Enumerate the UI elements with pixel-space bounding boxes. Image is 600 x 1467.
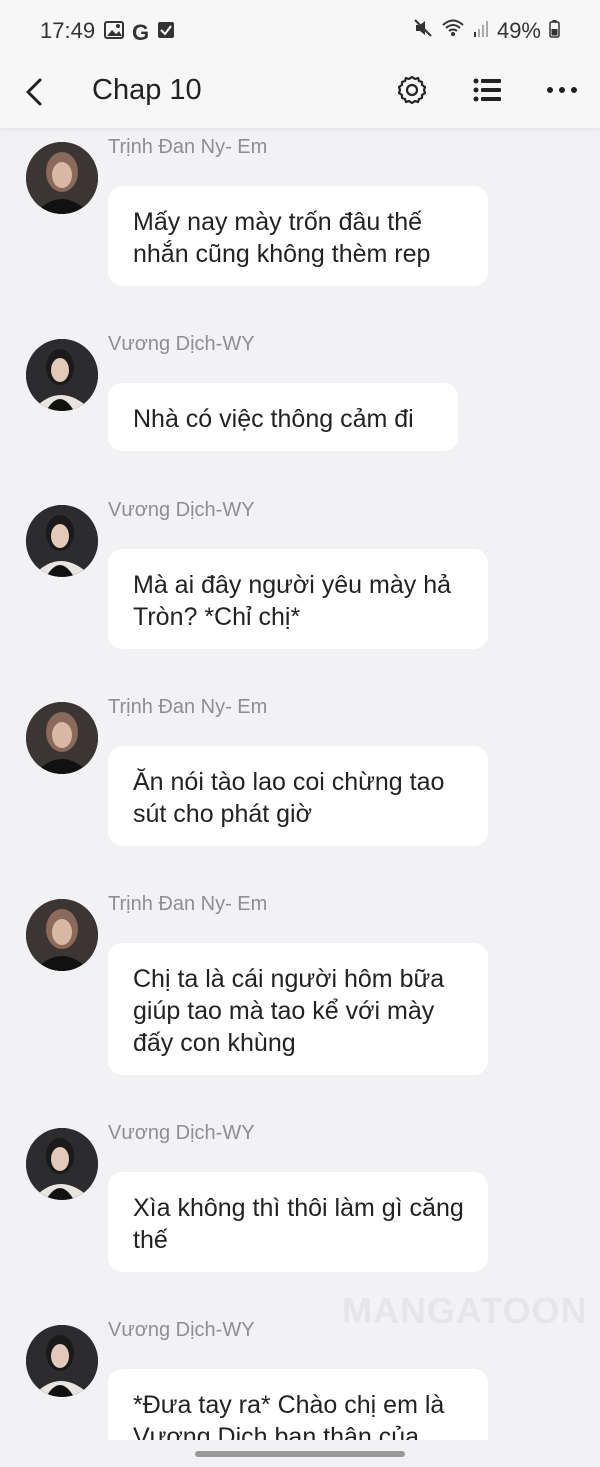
avatar[interactable] — [26, 702, 98, 774]
avatar[interactable] — [26, 899, 98, 971]
message-text: Mà ai đây người yêu mày hả Tròn? *Chỉ ch… — [133, 571, 452, 631]
more-icon[interactable] — [544, 72, 580, 108]
message-text: Mấy nay mày trốn đâu thế nhắn cũng không… — [133, 208, 431, 268]
page-title: Chap 10 — [92, 74, 202, 106]
sender-name: Trịnh Đan Ny- Em — [108, 136, 268, 158]
checkbox-icon — [157, 21, 175, 44]
google-icon: G — [132, 19, 150, 45]
message-bubble[interactable]: Mà ai đây người yêu mày hả Tròn? *Chỉ ch… — [108, 549, 488, 649]
sender-name: Vương Dịch-WY — [108, 1319, 255, 1341]
avatar[interactable] — [26, 142, 98, 214]
gallery-icon — [104, 21, 124, 44]
status-bar: 17:49 G 49% — [0, 0, 600, 62]
message-text: Nhà có việc thông cảm đi — [133, 405, 414, 433]
sender-name: Vương Dịch-WY — [108, 333, 255, 355]
status-left-icons: G — [104, 21, 175, 44]
message-text: Xìa không thì thôi làm gì căng thế — [133, 1194, 464, 1254]
message-bubble[interactable]: Xìa không thì thôi làm gì căng thế — [108, 1172, 488, 1272]
watermark: MANGATOON — [342, 1290, 588, 1331]
home-indicator[interactable] — [195, 1451, 405, 1457]
status-right-icons: 49% — [413, 18, 560, 44]
sender-name: Vương Dịch-WY — [108, 499, 255, 521]
signal-icon — [473, 18, 489, 44]
back-arrow-icon[interactable] — [14, 72, 54, 112]
list-icon[interactable] — [470, 72, 506, 108]
sender-name: Trịnh Đan Ny- Em — [108, 696, 268, 718]
avatar[interactable] — [26, 1325, 98, 1397]
app-bar: Chap 10 — [0, 62, 600, 128]
battery-icon — [549, 18, 560, 44]
wifi-icon — [441, 18, 465, 44]
message-bubble[interactable]: Nhà có việc thông cảm đi — [108, 383, 458, 451]
message-text: Ăn nói tào lao coi chừng tao sút cho phá… — [133, 768, 445, 828]
mute-icon — [413, 18, 433, 44]
battery-text: 49% — [496, 18, 541, 43]
message-bubble[interactable]: Ăn nói tào lao coi chừng tao sút cho phá… — [108, 746, 488, 846]
message-feed[interactable]: Trịnh Đan Ny- Em Mấy nay mày trốn đâu th… — [0, 128, 600, 1440]
sender-name: Trịnh Đan Ny- Em — [108, 893, 268, 915]
message-text: *Đưa tay ra* Chào chị em là Vương Dịch b… — [133, 1391, 445, 1440]
message-text: Chị ta là cái người hôm bữa giúp tao mà … — [133, 965, 445, 1057]
avatar[interactable] — [26, 339, 98, 411]
message-bubble[interactable]: Chị ta là cái người hôm bữa giúp tao mà … — [108, 943, 488, 1075]
avatar[interactable] — [26, 1128, 98, 1200]
message-bubble[interactable]: Mấy nay mày trốn đâu thế nhắn cũng không… — [108, 186, 488, 286]
status-time: 17:49 — [40, 18, 96, 43]
message-bubble[interactable]: *Đưa tay ra* Chào chị em là Vương Dịch b… — [108, 1369, 488, 1440]
avatar[interactable] — [26, 505, 98, 577]
sender-name: Vương Dịch-WY — [108, 1122, 255, 1144]
gear-icon[interactable] — [394, 72, 430, 108]
